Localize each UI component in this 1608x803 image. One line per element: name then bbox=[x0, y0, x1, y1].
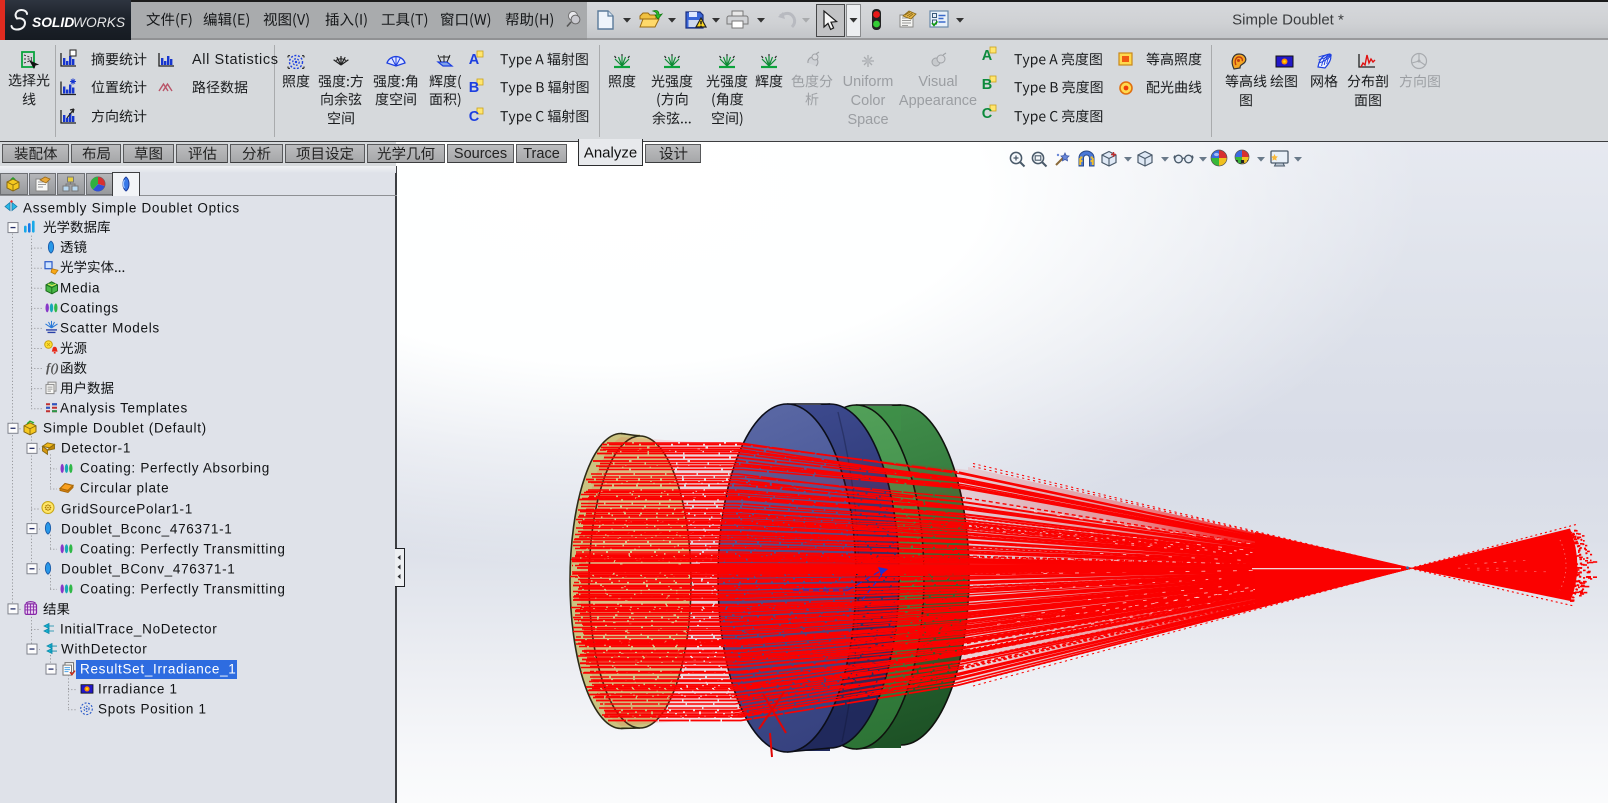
svg-text:SOLID: SOLID bbox=[32, 15, 74, 30]
svg-text:WORKS: WORKS bbox=[73, 15, 126, 30]
